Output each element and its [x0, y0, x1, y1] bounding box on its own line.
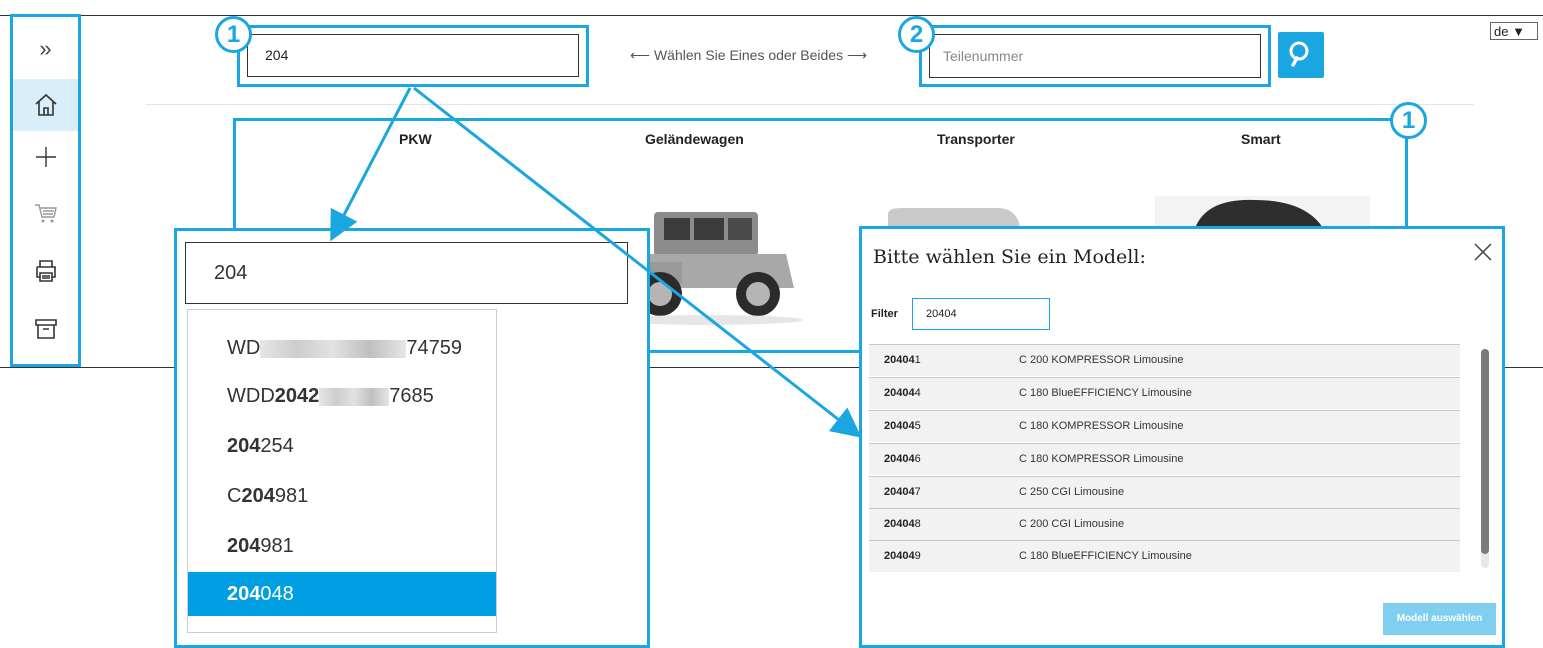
callout-badge-1: 1 — [215, 16, 252, 53]
callout-badge-2: 2 — [898, 16, 935, 53]
annotation-arrows — [330, 86, 862, 438]
callout-badge-1-categories: 1 — [1390, 102, 1427, 139]
